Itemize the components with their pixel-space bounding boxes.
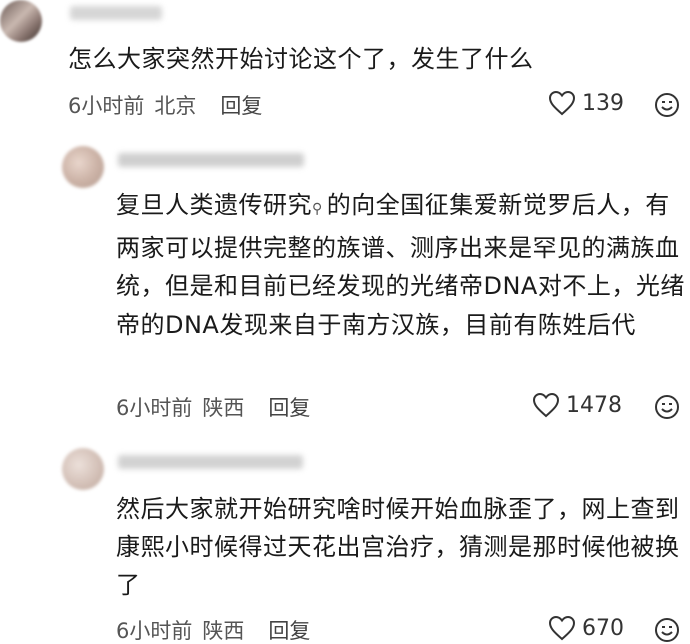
- comment-location: 陕西: [202, 619, 245, 643]
- smiley-face-icon[interactable]: [654, 617, 680, 643]
- comment-meta: 6小时前 陕西 回复: [116, 392, 320, 422]
- comment-location: 陕西: [202, 396, 245, 420]
- like-count: 139: [582, 90, 624, 116]
- comment-meta: 6小时前 陕西 回复: [116, 615, 320, 644]
- like-count: 1478: [566, 392, 622, 418]
- search-icon[interactable]: ⚲: [312, 190, 323, 229]
- comment-meta: 6小时前 北京 回复: [68, 90, 272, 120]
- reply-button[interactable]: 回复: [268, 615, 310, 644]
- heart-outline-icon: [548, 90, 576, 116]
- comment-time: 6小时前: [116, 396, 193, 420]
- like-button[interactable]: 1478: [532, 392, 622, 418]
- avatar[interactable]: [62, 448, 104, 490]
- avatar[interactable]: [0, 0, 42, 42]
- comment-time: 6小时前: [68, 94, 145, 118]
- heart-outline-icon: [532, 392, 560, 418]
- comment-time: 6小时前: [116, 619, 193, 643]
- reply-button[interactable]: 回复: [220, 90, 262, 120]
- username-blurred[interactable]: [70, 6, 162, 20]
- like-count: 670: [582, 615, 624, 641]
- smiley-face-icon[interactable]: [654, 92, 680, 118]
- comment-text: 然后大家就开始研究啥时候开始血脉歪了，网上查到康熙小时候得过天花出宫治疗，猜测是…: [116, 495, 680, 599]
- smiley-face-icon[interactable]: [654, 394, 680, 420]
- username-blurred[interactable]: [118, 153, 304, 167]
- avatar[interactable]: [62, 146, 104, 188]
- username-blurred[interactable]: [118, 455, 303, 469]
- like-button[interactable]: 670: [548, 615, 624, 641]
- comment-text-part: 复旦人类遗传研究: [116, 191, 312, 219]
- comment-text: 复旦人类遗传研究⚲ 的向全国征集爱新觉罗后人，有两家可以提供完整的族谱、测序出来是…: [116, 186, 686, 344]
- reply-button[interactable]: 回复: [268, 392, 310, 422]
- comment-location: 北京: [154, 94, 197, 118]
- comment-text: 怎么大家突然开始讨论这个了，发生了什么: [68, 45, 534, 73]
- like-button[interactable]: 139: [548, 90, 624, 116]
- heart-outline-icon: [548, 615, 576, 641]
